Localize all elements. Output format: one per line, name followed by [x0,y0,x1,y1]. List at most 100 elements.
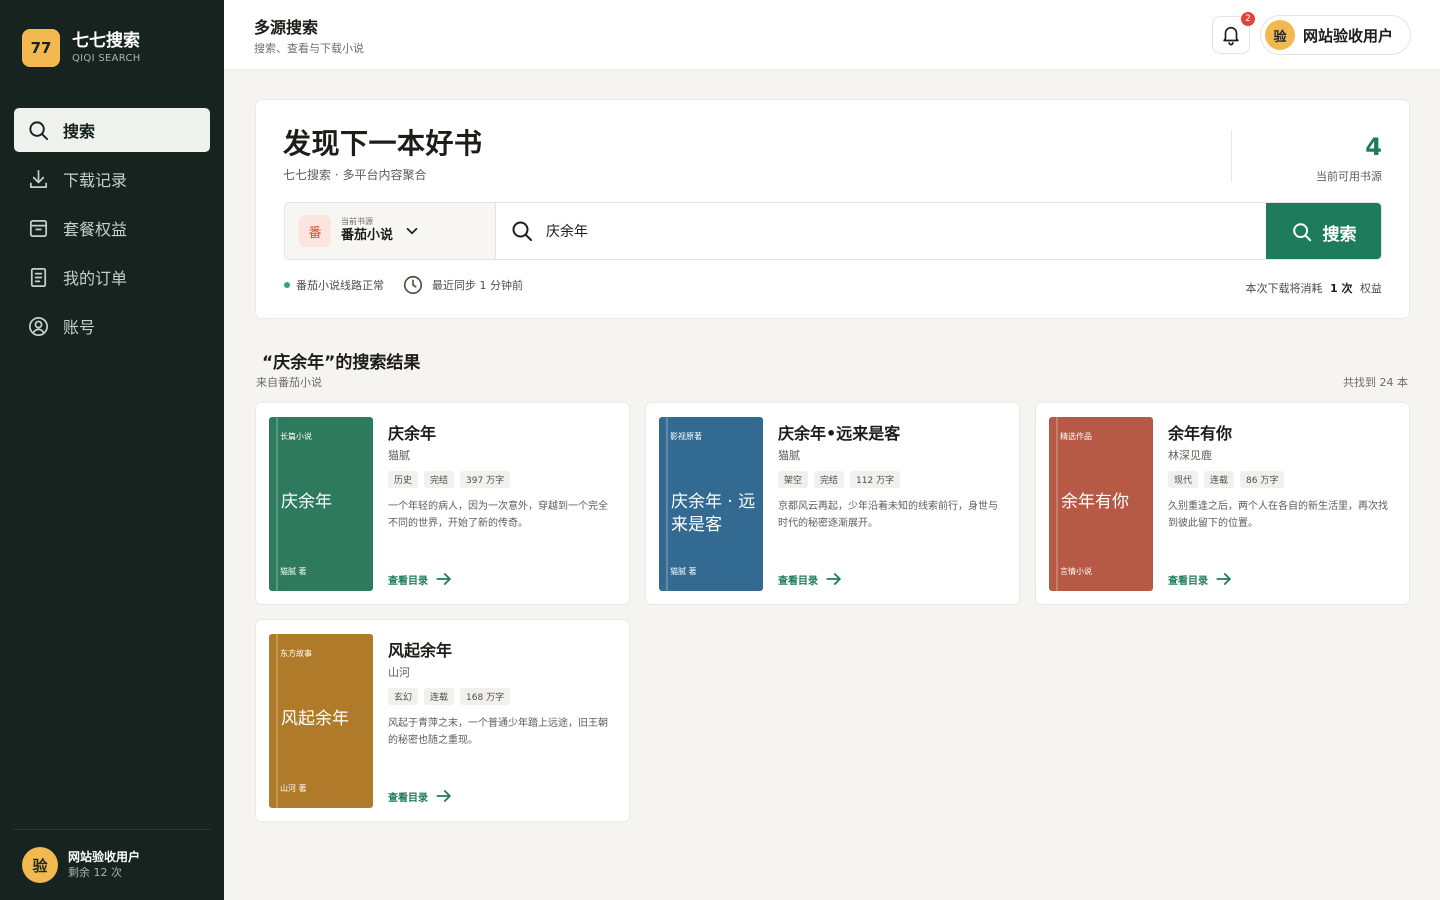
book-tags: 现代 连载 86 万字 [1168,471,1290,488]
search-panel: 发现下一本好书 七七搜索 · 多平台内容聚合 4 当前可用书源 番 当前书源 番… [255,99,1410,319]
sidebar-item-package[interactable]: 套餐权益 [14,206,210,250]
tag: 历史 [388,471,419,488]
brand-name: 七七搜索 [72,31,140,51]
brand: 77 七七搜索 QIQI SEARCH [22,29,141,67]
sidebar-nav: 搜索 下载记录 套餐权益 我的订单 账号 [14,108,210,353]
book-tags: 架空 完结 112 万字 [778,471,906,488]
sidebar-item-orders[interactable]: 我的订单 [14,255,210,299]
search-input[interactable] [546,223,1246,239]
sidebar-item-label: 我的订单 [63,269,128,288]
book-card[interactable]: 影视原著 庆余年 · 远来是客 猫腻 著 庆余年•远来是客 猫腻 架空 完结 1… [645,402,1020,605]
book-card[interactable]: 精选作品 余年有你 言情小说 余年有你 林深见鹿 现代 连载 86 万字 久别重… [1035,402,1410,605]
notification-badge: 2 [1241,12,1255,26]
brand-logo: 77 [22,29,60,67]
user-name: 网站验收用户 [1303,26,1394,45]
cover-title: 风起余年 [281,709,349,729]
arrow-right-icon [436,573,451,585]
book-author: 山河 [388,666,410,679]
arrow-right-icon [826,573,841,585]
cover-title: 庆余年 [281,492,332,512]
cover-spine [276,634,278,808]
cover-footer: 山河 著 [280,784,307,793]
cost-value: 1 次 [1330,282,1353,295]
view-toc-label: 查看目录 [1168,575,1208,587]
view-toc-label: 查看目录 [388,792,428,804]
cover-label: 影视原著 [670,432,702,441]
results-count: 共找到 24 本 [1343,376,1408,389]
user-menu[interactable]: 验 网站验收用户 [1260,15,1411,55]
book-author: 林深见鹿 [1168,449,1212,462]
book-cover: 长篇小说 庆余年 猫腻 著 [269,417,373,591]
book-description: 一个年轻的病人，因为一次意外，穿越到一个完全不同的世界，开始了新的传奇。 [388,501,608,529]
cover-label: 东方故事 [280,649,312,658]
sidebar-user[interactable]: 验 网站验收用户 剩余 12 次 [22,847,140,883]
sidebar-user-name: 网站验收用户 [68,850,141,864]
hero-title: 发现下一本好书 [283,127,483,160]
tag: 完结 [814,471,845,488]
tag: 397 万字 [460,471,511,488]
book-cover: 影视原著 庆余年 · 远来是客 猫腻 著 [659,417,763,591]
book-card[interactable]: 东方故事 风起余年 山河 著 风起余年 山河 玄幻 连载 168 万字 风起于青… [255,619,630,822]
source-name: 番茄小说 [341,228,394,243]
tag: 86 万字 [1240,471,1285,488]
sidebar-item-downloads[interactable]: 下载记录 [14,157,210,201]
cover-spine [276,417,278,591]
tag: 112 万字 [850,471,901,488]
divider [1231,130,1232,182]
download-cost: 本次下载将消耗 1 次 权益 [1246,280,1382,296]
view-toc-link[interactable]: 查看目录 [388,569,454,589]
book-tags: 历史 完结 397 万字 [388,471,516,488]
cover-spine [666,417,668,591]
cover-footer: 猫腻 著 [670,567,697,576]
order-icon [30,267,47,287]
route-status: 番茄小说线路正常 [296,279,384,292]
chevron-down-icon [406,227,418,235]
search-bar: 番 当前书源 番茄小说 搜索 [284,202,1382,260]
view-toc-link[interactable]: 查看目录 [1168,569,1234,589]
source-badge: 番 [299,215,331,247]
sidebar: 77 七七搜索 QIQI SEARCH 搜索 下载记录 套餐权益 我的订单 账号… [0,0,224,900]
brand-subtitle: QIQI SEARCH [72,53,141,64]
cover-title: 庆余年 · 远来是客 [671,492,756,535]
book-card[interactable]: 长篇小说 庆余年 猫腻 著 庆余年 猫腻 历史 完结 397 万字 一个年轻的病… [255,402,630,605]
package-icon [29,219,48,237]
tag: 完结 [424,471,455,488]
book-title: 庆余年 [388,424,437,443]
tag: 架空 [778,471,809,488]
view-toc-label: 查看目录 [778,575,818,587]
results-title: “庆余年”的搜索结果 [262,353,421,373]
tag: 现代 [1168,471,1199,488]
sidebar-item-account[interactable]: 账号 [14,304,210,348]
search-button[interactable]: 搜索 [1266,203,1381,259]
source-count-label: 当前可用书源 [1316,170,1382,183]
cover-label: 精选作品 [1060,432,1092,441]
search-icon [29,120,49,140]
cost-suffix: 权益 [1360,282,1382,295]
cost-prefix: 本次下载将消耗 [1245,282,1323,295]
book-description: 久别重逢之后，两个人在各自的新生活里，再次找到彼此留下的位置。 [1168,501,1388,529]
book-cover: 精选作品 余年有你 言情小说 [1049,417,1153,591]
source-select[interactable]: 番 当前书源 番茄小说 [285,203,496,259]
tag: 168 万字 [460,688,511,705]
sidebar-item-label: 套餐权益 [63,220,128,239]
tag: 连载 [1204,471,1235,488]
cover-title: 余年有你 [1061,492,1129,512]
account-icon [29,316,48,336]
book-title: 余年有你 [1168,424,1233,443]
status-line: 番茄小说线路正常 最近同步 1 分钟前 [284,274,523,296]
avatar: 验 [1265,20,1295,50]
view-toc-label: 查看目录 [388,575,428,587]
cover-label: 长篇小说 [280,432,312,441]
cover-spine [1056,417,1058,591]
book-cover: 东方故事 风起余年 山河 著 [269,634,373,808]
view-toc-link[interactable]: 查看目录 [778,569,844,589]
cover-footer: 猫腻 著 [280,567,307,576]
top-bar: 多源搜索 搜索、查看与下载小说 2 验 网站验收用户 [224,0,1440,70]
view-toc-link[interactable]: 查看目录 [388,786,454,806]
sidebar-item-search[interactable]: 搜索 [14,108,210,152]
sidebar-item-label: 下载记录 [63,171,128,190]
cover-footer: 言情小说 [1060,567,1092,576]
arrow-right-icon [1216,573,1231,585]
page-title: 多源搜索 [254,18,319,37]
notification-button[interactable]: 2 [1212,12,1255,54]
